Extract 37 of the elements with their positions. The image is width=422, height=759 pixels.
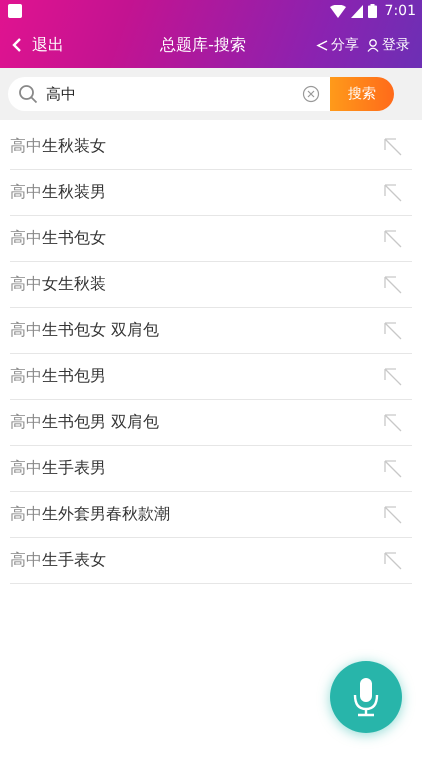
arrow-up-left-icon[interactable] [384, 184, 402, 202]
wifi-icon [330, 4, 346, 18]
suggestion-item[interactable]: 高中生秋装女 [10, 136, 106, 157]
login-button[interactable]: 登录 [363, 36, 414, 54]
suggestion-item[interactable]: 高中生手表男 [10, 458, 106, 479]
suggestion-item[interactable]: 高中生手表女 [10, 550, 106, 571]
chevron-left-icon [12, 37, 22, 53]
arrow-up-left-icon[interactable] [384, 276, 402, 294]
suggestion-item[interactable]: 高中生书包女 [10, 228, 106, 249]
arrow-up-left-icon[interactable] [384, 460, 402, 478]
suggestion-item[interactable]: 高中生书包男 双肩包 [10, 412, 160, 433]
status-time: 7:01 [384, 3, 416, 19]
arrow-up-left-icon[interactable] [384, 322, 402, 340]
user-icon [367, 38, 379, 52]
suggestion-item[interactable]: 高中生书包女 双肩包 [10, 320, 160, 341]
page-title: 总题库-搜索 [159, 34, 247, 56]
share-button[interactable]: 分享 [312, 36, 363, 54]
search-icon [18, 84, 38, 104]
voice-button[interactable] [330, 661, 402, 733]
suggestion-item[interactable]: 高中生书包男 [10, 366, 106, 387]
suggestion-item[interactable]: 高中生外套男春秋款潮 [10, 504, 170, 525]
microphone-icon [352, 677, 380, 717]
search-field[interactable]: 高中 [8, 77, 330, 111]
arrow-up-left-icon[interactable] [384, 138, 402, 156]
arrow-up-left-icon[interactable] [384, 230, 402, 248]
arrow-up-left-icon[interactable] [384, 414, 402, 432]
arrow-up-left-icon[interactable] [384, 506, 402, 524]
battery-icon [368, 4, 377, 18]
notification-icon [8, 4, 22, 18]
suggestion-item[interactable]: 高中生秋装男 [10, 182, 106, 203]
share-icon [316, 38, 328, 52]
clear-icon[interactable] [302, 85, 320, 103]
arrow-up-left-icon[interactable] [384, 552, 402, 570]
suggestion-item[interactable]: 高中女生秋装 [10, 274, 106, 295]
back-button[interactable]: 退出 [12, 34, 64, 56]
arrow-up-left-icon[interactable] [384, 368, 402, 386]
signal-icon [350, 4, 363, 18]
